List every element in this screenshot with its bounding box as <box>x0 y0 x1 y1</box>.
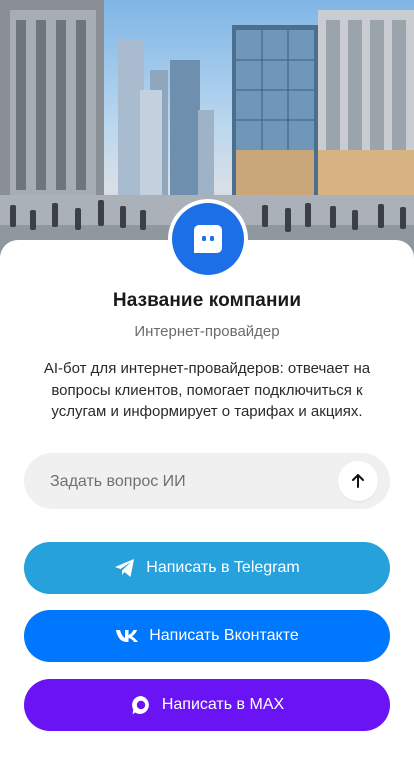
max-button[interactable]: Написать в MAX <box>24 679 390 731</box>
bot-avatar <box>172 203 244 275</box>
ask-ai-input[interactable] <box>48 453 342 511</box>
company-type: Интернет-провайдер <box>134 323 280 340</box>
telegram-button-label: Написать в Telegram <box>146 559 300 576</box>
send-button[interactable] <box>338 461 378 501</box>
telegram-button[interactable]: Написать в Telegram <box>24 542 390 594</box>
max-icon <box>130 694 152 716</box>
telegram-icon <box>114 558 136 578</box>
vk-button[interactable]: Написать Вконтакте <box>24 610 390 662</box>
vk-button-label: Написать Вконтакте <box>149 627 299 644</box>
chat-bot-icon <box>194 225 222 253</box>
company-description: AI-бот для интернет-провайдеров: отвечае… <box>43 360 371 420</box>
vk-icon <box>115 629 139 643</box>
ask-ai-field[interactable] <box>24 453 390 511</box>
company-name: Название компании <box>112 290 302 311</box>
max-button-label: Написать в MAX <box>161 696 285 713</box>
arrow-up-icon <box>352 474 364 488</box>
